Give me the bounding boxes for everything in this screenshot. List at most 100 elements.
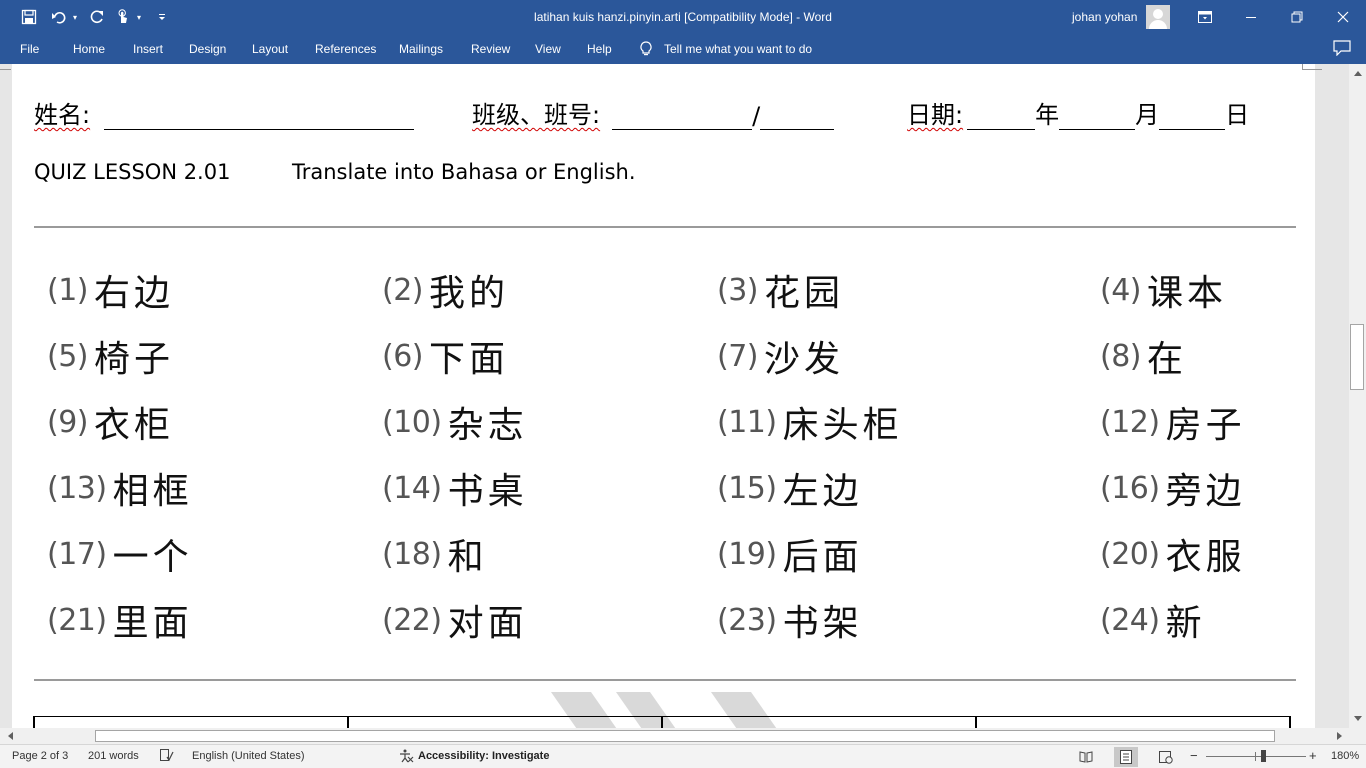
vocab-number: (7) xyxy=(717,338,759,374)
avatar[interactable] xyxy=(1146,5,1170,29)
tab-references[interactable]: References xyxy=(315,42,376,56)
status-bar: Page 2 of 3 201 words English (United St… xyxy=(0,744,1366,768)
close-icon[interactable] xyxy=(1320,0,1366,34)
accessibility-icon[interactable] xyxy=(399,749,414,766)
word-count[interactable]: 201 words xyxy=(88,750,139,762)
vocab-item: (20) 衣服 xyxy=(1100,528,1246,580)
vocab-item: (23) 书架 xyxy=(717,594,863,646)
divider xyxy=(34,226,1296,228)
year-label: 年 xyxy=(1035,101,1060,129)
vocab-number: (24) xyxy=(1100,602,1160,638)
zoom-in-icon[interactable]: + xyxy=(1309,748,1317,763)
tab-design[interactable]: Design xyxy=(189,42,226,56)
tab-review[interactable]: Review xyxy=(471,42,510,56)
tab-file[interactable]: File xyxy=(20,42,39,56)
scroll-left-icon[interactable] xyxy=(2,728,18,744)
zoom-slider[interactable] xyxy=(1206,756,1306,757)
zoom-slider-center xyxy=(1255,752,1256,761)
class-blank[interactable] xyxy=(612,102,753,130)
vocab-hanzi: 旁边 xyxy=(1165,471,1246,512)
year-blank[interactable] xyxy=(967,102,1036,130)
vocab-item: (6) 下面 xyxy=(382,330,509,382)
document-area[interactable]: 姓名: 班级、班号: / 日期: 年 月 日 QUIZ LESSON 2.01 … xyxy=(0,64,1349,728)
name-field[interactable]: 姓名: xyxy=(34,96,415,130)
vocab-item: (16) 旁边 xyxy=(1100,462,1246,514)
vocab-number: (17) xyxy=(47,536,107,572)
tell-me-label: Tell me what you want to do xyxy=(664,42,813,56)
web-layout-icon[interactable] xyxy=(1154,747,1178,767)
print-layout-icon[interactable] xyxy=(1114,747,1138,767)
vertical-scroll-thumb[interactable] xyxy=(1350,324,1364,390)
word-window: ▾ ▾ latihan kuis hanzi.pinyin.arti [Comp… xyxy=(0,0,1366,768)
vocab-number: (19) xyxy=(717,536,777,572)
name-blank[interactable] xyxy=(104,102,415,130)
vocab-item: (10) 杂志 xyxy=(382,396,528,448)
month-label: 月 xyxy=(1135,101,1160,129)
tab-mailings[interactable]: Mailings xyxy=(399,42,443,56)
vocab-item: (19) 后面 xyxy=(717,528,863,580)
vocab-hanzi: 在 xyxy=(1147,339,1188,380)
proofing-icon[interactable] xyxy=(160,749,174,765)
vocab-number: (15) xyxy=(717,470,777,506)
document-page[interactable]: 姓名: 班级、班号: / 日期: 年 月 日 QUIZ LESSON 2.01 … xyxy=(0,64,1322,728)
vocab-hanzi: 沙发 xyxy=(764,339,845,380)
zoom-out-icon[interactable]: − xyxy=(1190,748,1198,763)
scroll-up-icon[interactable] xyxy=(1350,65,1366,81)
day-blank[interactable] xyxy=(1159,102,1226,130)
vocab-number: (13) xyxy=(47,470,107,506)
comment-icon[interactable] xyxy=(1333,40,1351,60)
vocab-hanzi: 右边 xyxy=(94,273,175,314)
vocab-number: (2) xyxy=(382,272,424,308)
tab-view[interactable]: View xyxy=(535,42,561,56)
vocab-item: (13) 相框 xyxy=(47,462,193,514)
vocab-number: (5) xyxy=(47,338,89,374)
ribbon-display-icon[interactable] xyxy=(1182,0,1228,34)
vocab-number: (6) xyxy=(382,338,424,374)
class-separator: / xyxy=(752,102,761,130)
vertical-scrollbar[interactable] xyxy=(1349,64,1366,728)
margin-mark xyxy=(1302,64,1322,70)
vocab-number: (21) xyxy=(47,602,107,638)
vocab-hanzi: 课本 xyxy=(1147,273,1228,314)
class-field[interactable]: 班级、班号: / xyxy=(472,96,835,130)
vocab-item: (9) 衣柜 xyxy=(47,396,174,448)
user-name[interactable]: johan yohan xyxy=(1072,10,1137,24)
vocab-item: (3) 花园 xyxy=(717,264,844,316)
scroll-down-icon[interactable] xyxy=(1350,711,1366,727)
vocab-number: (9) xyxy=(47,404,89,440)
tab-home[interactable]: Home xyxy=(73,42,105,56)
vocab-hanzi: 我的 xyxy=(429,273,510,314)
vocab-item: (18) 和 xyxy=(382,528,488,580)
vocab-hanzi: 花园 xyxy=(764,273,845,314)
vocab-hanzi: 一个 xyxy=(112,537,193,578)
vocab-item: (8) 在 xyxy=(1100,330,1187,382)
ribbon-tabs: File Home Insert Design Layout Reference… xyxy=(0,34,1366,64)
tab-insert[interactable]: Insert xyxy=(133,42,163,56)
accessibility-status[interactable]: Accessibility: Investigate xyxy=(418,750,549,762)
zoom-slider-handle[interactable] xyxy=(1261,750,1266,762)
horizontal-scroll-thumb[interactable] xyxy=(95,730,1275,742)
zoom-level[interactable]: 180% xyxy=(1331,750,1359,762)
vocab-hanzi: 下面 xyxy=(429,339,510,380)
vocab-number: (8) xyxy=(1100,338,1142,374)
vocab-item: (22) 对面 xyxy=(382,594,528,646)
tab-layout[interactable]: Layout xyxy=(252,42,288,56)
title-bar: ▾ ▾ latihan kuis hanzi.pinyin.arti [Comp… xyxy=(0,0,1366,34)
name-label: 姓名: xyxy=(34,101,91,129)
month-blank[interactable] xyxy=(1059,102,1136,130)
class-number-blank[interactable] xyxy=(760,102,835,130)
margin-mark xyxy=(0,64,11,70)
scroll-right-icon[interactable] xyxy=(1332,728,1348,744)
vocab-number: (22) xyxy=(382,602,442,638)
date-field[interactable]: 日期: 年 月 日 xyxy=(907,96,1249,130)
restore-icon[interactable] xyxy=(1274,0,1320,34)
vocab-item: (14) 书桌 xyxy=(382,462,528,514)
tab-help[interactable]: Help xyxy=(587,42,612,56)
tell-me-search[interactable]: Tell me what you want to do xyxy=(640,40,812,58)
page-count[interactable]: Page 2 of 3 xyxy=(12,750,68,762)
vocab-number: (10) xyxy=(382,404,442,440)
answer-table[interactable] xyxy=(33,716,1291,728)
language[interactable]: English (United States) xyxy=(192,750,305,762)
read-mode-icon[interactable] xyxy=(1074,747,1098,767)
minimize-icon[interactable] xyxy=(1228,0,1274,34)
